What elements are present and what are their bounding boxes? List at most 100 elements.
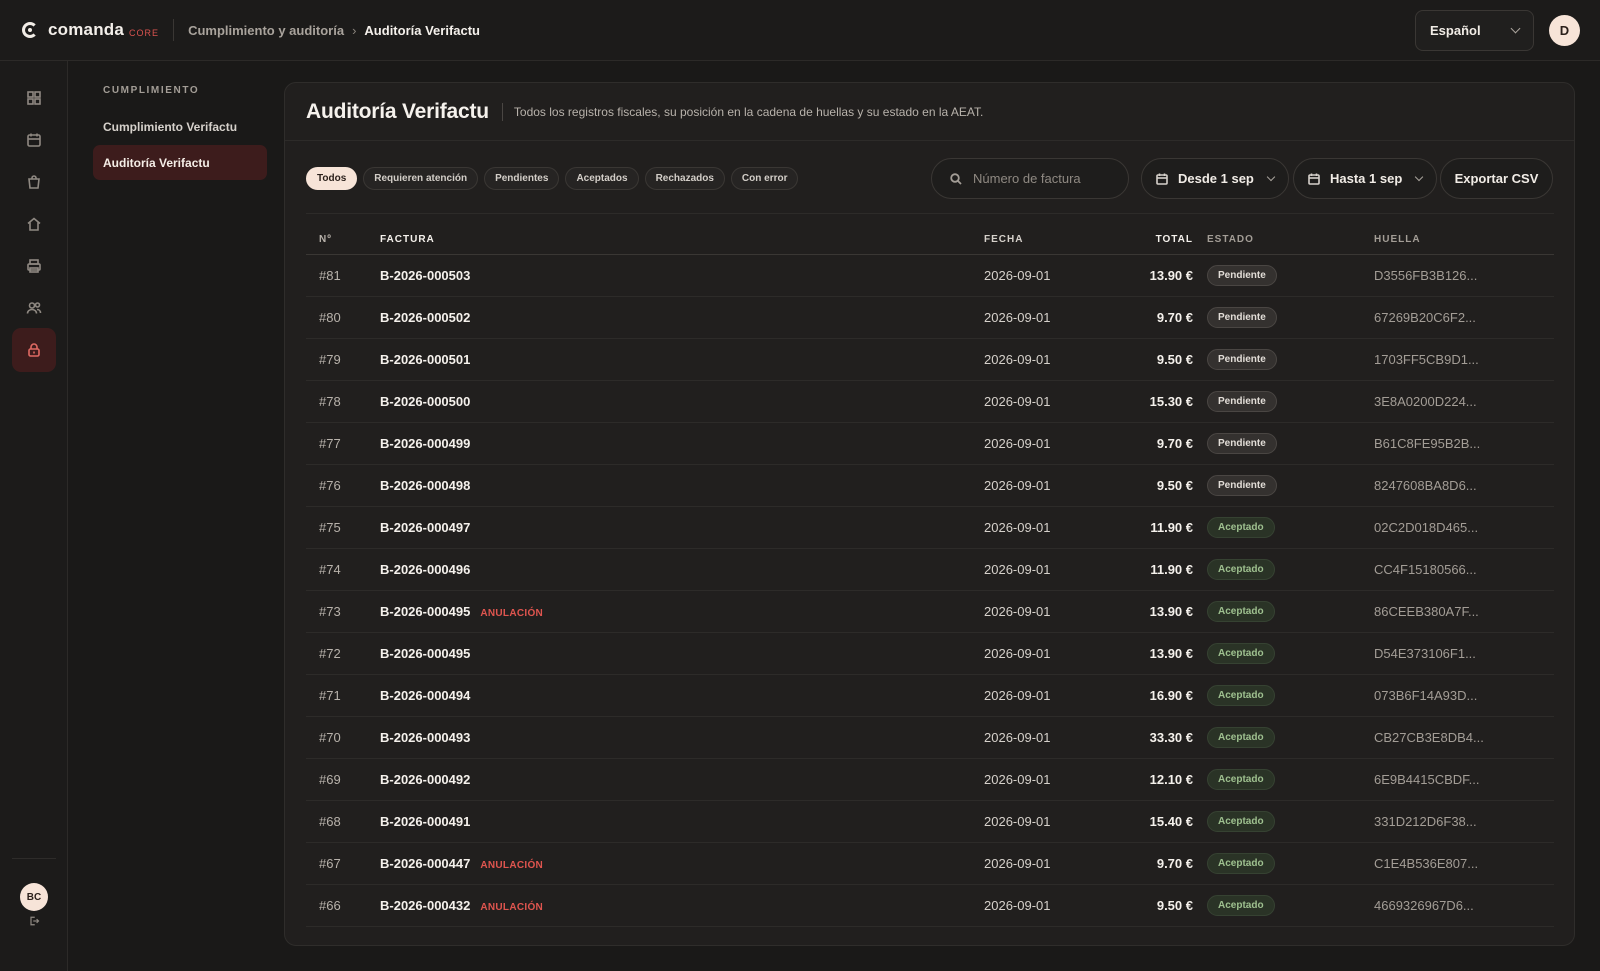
rail-print[interactable] <box>12 244 56 288</box>
invoice-number[interactable]: B-2026-000498 <box>380 478 470 493</box>
table-row[interactable]: #81 B-2026-000503 2026-09-01 13.90 € Pendien… <box>306 254 1554 297</box>
export-csv-button[interactable]: Exportar CSV <box>1440 158 1553 199</box>
invoice-number[interactable]: B-2026-000501 <box>380 352 470 367</box>
rail-dashboard[interactable] <box>12 76 56 120</box>
row-factura: B-2026-000493 <box>380 716 984 759</box>
invoice-number[interactable]: B-2026-000494 <box>380 688 470 703</box>
filter-aceptados[interactable]: Aceptados <box>565 167 639 190</box>
invoice-number[interactable]: B-2026-000500 <box>380 394 470 409</box>
row-fecha: 2026-09-01 <box>984 800 1104 843</box>
status-badge: Pendiente <box>1207 474 1277 496</box>
filter-pendientes[interactable]: Pendientes <box>484 167 560 190</box>
row-num: #81 <box>306 254 380 297</box>
filter-requieren-atencion[interactable]: Requieren atención <box>363 167 479 190</box>
table-row[interactable]: #66 B-2026-000432 ANULACIÓN 2026-09-01 9.50 … <box>306 884 1554 927</box>
status-badge: Aceptado <box>1207 516 1275 538</box>
search-icon <box>950 172 962 185</box>
invoice-number[interactable]: B-2026-000495 <box>380 646 470 661</box>
audit-panel: Auditoría Verifactu Todos los registros … <box>284 82 1575 946</box>
date-from-button[interactable]: Desde 1 sep <box>1141 158 1289 199</box>
table-row[interactable]: #78 B-2026-000500 2026-09-01 15.30 € Pendien… <box>306 380 1554 423</box>
rail-calendar[interactable] <box>12 118 56 162</box>
subnav-item-auditoria[interactable]: Auditoría Verifactu <box>93 145 267 180</box>
column-num[interactable]: Nº <box>306 226 380 255</box>
rail-compliance[interactable] <box>12 328 56 372</box>
users-icon <box>26 302 42 314</box>
column-total[interactable]: TOTAL <box>1104 226 1193 255</box>
row-huella: 331D212D6F38... <box>1374 800 1554 843</box>
table-row[interactable]: #67 B-2026-000447 ANULACIÓN 2026-09-01 9.70 … <box>306 842 1554 885</box>
status-badge: Aceptado <box>1207 726 1275 748</box>
table-row[interactable]: #70 B-2026-000493 2026-09-01 33.30 € Aceptad… <box>306 716 1554 759</box>
invoice-number[interactable]: B-2026-000495 <box>380 604 470 619</box>
chevron-down-icon <box>1266 172 1276 181</box>
table-row[interactable]: #72 B-2026-000495 2026-09-01 13.90 € Aceptad… <box>306 632 1554 675</box>
table-row[interactable]: #76 B-2026-000498 2026-09-01 9.50 € Pendient… <box>306 464 1554 507</box>
date-from-label: Desde 1 sep <box>1178 171 1254 186</box>
row-estado: Aceptado <box>1193 758 1374 801</box>
invoice-number[interactable]: B-2026-000447 <box>380 856 470 871</box>
invoice-number[interactable]: B-2026-000493 <box>380 730 470 745</box>
filter-todos[interactable]: Todos <box>306 167 358 190</box>
toolbar-divider <box>306 213 1554 214</box>
row-num: #69 <box>306 758 380 801</box>
invoice-number[interactable]: B-2026-000502 <box>380 310 470 325</box>
rail-users[interactable] <box>12 286 56 330</box>
column-huella[interactable]: HUELLA <box>1374 226 1554 255</box>
table-row[interactable]: #69 B-2026-000492 2026-09-01 12.10 € Aceptad… <box>306 758 1554 801</box>
row-factura: B-2026-000447 ANULACIÓN <box>380 842 984 885</box>
row-num: #75 <box>306 506 380 549</box>
column-estado[interactable]: ESTADO <box>1193 226 1374 255</box>
row-num: #72 <box>306 632 380 675</box>
row-fecha: 2026-09-01 <box>984 254 1104 297</box>
breadcrumb-current: Auditoría Verifactu <box>364 22 480 38</box>
rail-home[interactable] <box>12 202 56 246</box>
table-row[interactable]: #77 B-2026-000499 2026-09-01 9.70 € Pendient… <box>306 422 1554 465</box>
row-huella: 67269B20C6F2... <box>1374 296 1554 339</box>
filter-rechazados[interactable]: Rechazados <box>644 167 725 190</box>
user-avatar[interactable]: D <box>1549 15 1580 46</box>
row-factura: B-2026-000502 <box>380 296 984 339</box>
invoice-number[interactable]: B-2026-000499 <box>380 436 470 451</box>
status-badge: Pendiente <box>1207 390 1277 412</box>
row-num: #78 <box>306 380 380 423</box>
table-row[interactable]: #75 B-2026-000497 2026-09-01 11.90 € Aceptad… <box>306 506 1554 549</box>
rail-divider <box>12 858 56 859</box>
row-huella: CC4F15180566... <box>1374 548 1554 591</box>
row-fecha: 2026-09-01 <box>984 296 1104 339</box>
table-row[interactable]: #71 B-2026-000494 2026-09-01 16.90 € Aceptad… <box>306 674 1554 717</box>
row-fecha: 2026-09-01 <box>984 422 1104 465</box>
date-to-button[interactable]: Hasta 1 sep <box>1293 158 1438 199</box>
table-row[interactable]: #74 B-2026-000496 2026-09-01 11.90 € Aceptad… <box>306 548 1554 591</box>
row-huella: 86CEEB380A7F... <box>1374 590 1554 633</box>
subnav-item-cumplimiento[interactable]: Cumplimiento Verifactu <box>93 109 267 144</box>
invoice-number[interactable]: B-2026-000496 <box>380 562 470 577</box>
row-total: 9.70 € <box>1104 296 1193 339</box>
rail-logout[interactable] <box>12 899 56 943</box>
row-estado: Aceptado <box>1193 716 1374 759</box>
rail-orders[interactable] <box>12 160 56 204</box>
invoice-number[interactable]: B-2026-000492 <box>380 772 470 787</box>
search-input[interactable]: Número de factura <box>931 158 1129 199</box>
invoice-number[interactable]: B-2026-000432 <box>380 898 470 913</box>
logo[interactable]: comanda CORE <box>22 0 159 61</box>
language-select[interactable]: Español <box>1415 10 1534 51</box>
table-row[interactable]: #80 B-2026-000502 2026-09-01 9.70 € Pendient… <box>306 296 1554 339</box>
invoice-number[interactable]: B-2026-000503 <box>380 268 470 283</box>
column-factura[interactable]: FACTURA <box>380 226 984 255</box>
row-fecha: 2026-09-01 <box>984 548 1104 591</box>
table-row[interactable]: #73 B-2026-000495 ANULACIÓN 2026-09-01 13.90… <box>306 590 1554 633</box>
invoice-number[interactable]: B-2026-000491 <box>380 814 470 829</box>
column-fecha[interactable]: FECHA <box>984 226 1104 255</box>
row-huella: CB27CB3E8DB4... <box>1374 716 1554 759</box>
filter-con-error[interactable]: Con error <box>730 167 799 190</box>
audit-table: Nº FACTURA FECHA TOTAL ESTADO HUELLA #81… <box>306 226 1554 927</box>
invoice-number[interactable]: B-2026-000497 <box>380 520 470 535</box>
table-row[interactable]: #68 B-2026-000491 2026-09-01 15.40 € Aceptad… <box>306 800 1554 843</box>
row-estado: Pendiente <box>1193 254 1374 297</box>
table-row[interactable]: #79 B-2026-000501 2026-09-01 9.50 € Pendient… <box>306 338 1554 381</box>
icon-rail: BC <box>0 61 68 971</box>
row-estado: Pendiente <box>1193 380 1374 423</box>
breadcrumb-parent[interactable]: Cumplimiento y auditoría <box>188 23 344 38</box>
row-factura: B-2026-000495 ANULACIÓN <box>380 590 984 633</box>
